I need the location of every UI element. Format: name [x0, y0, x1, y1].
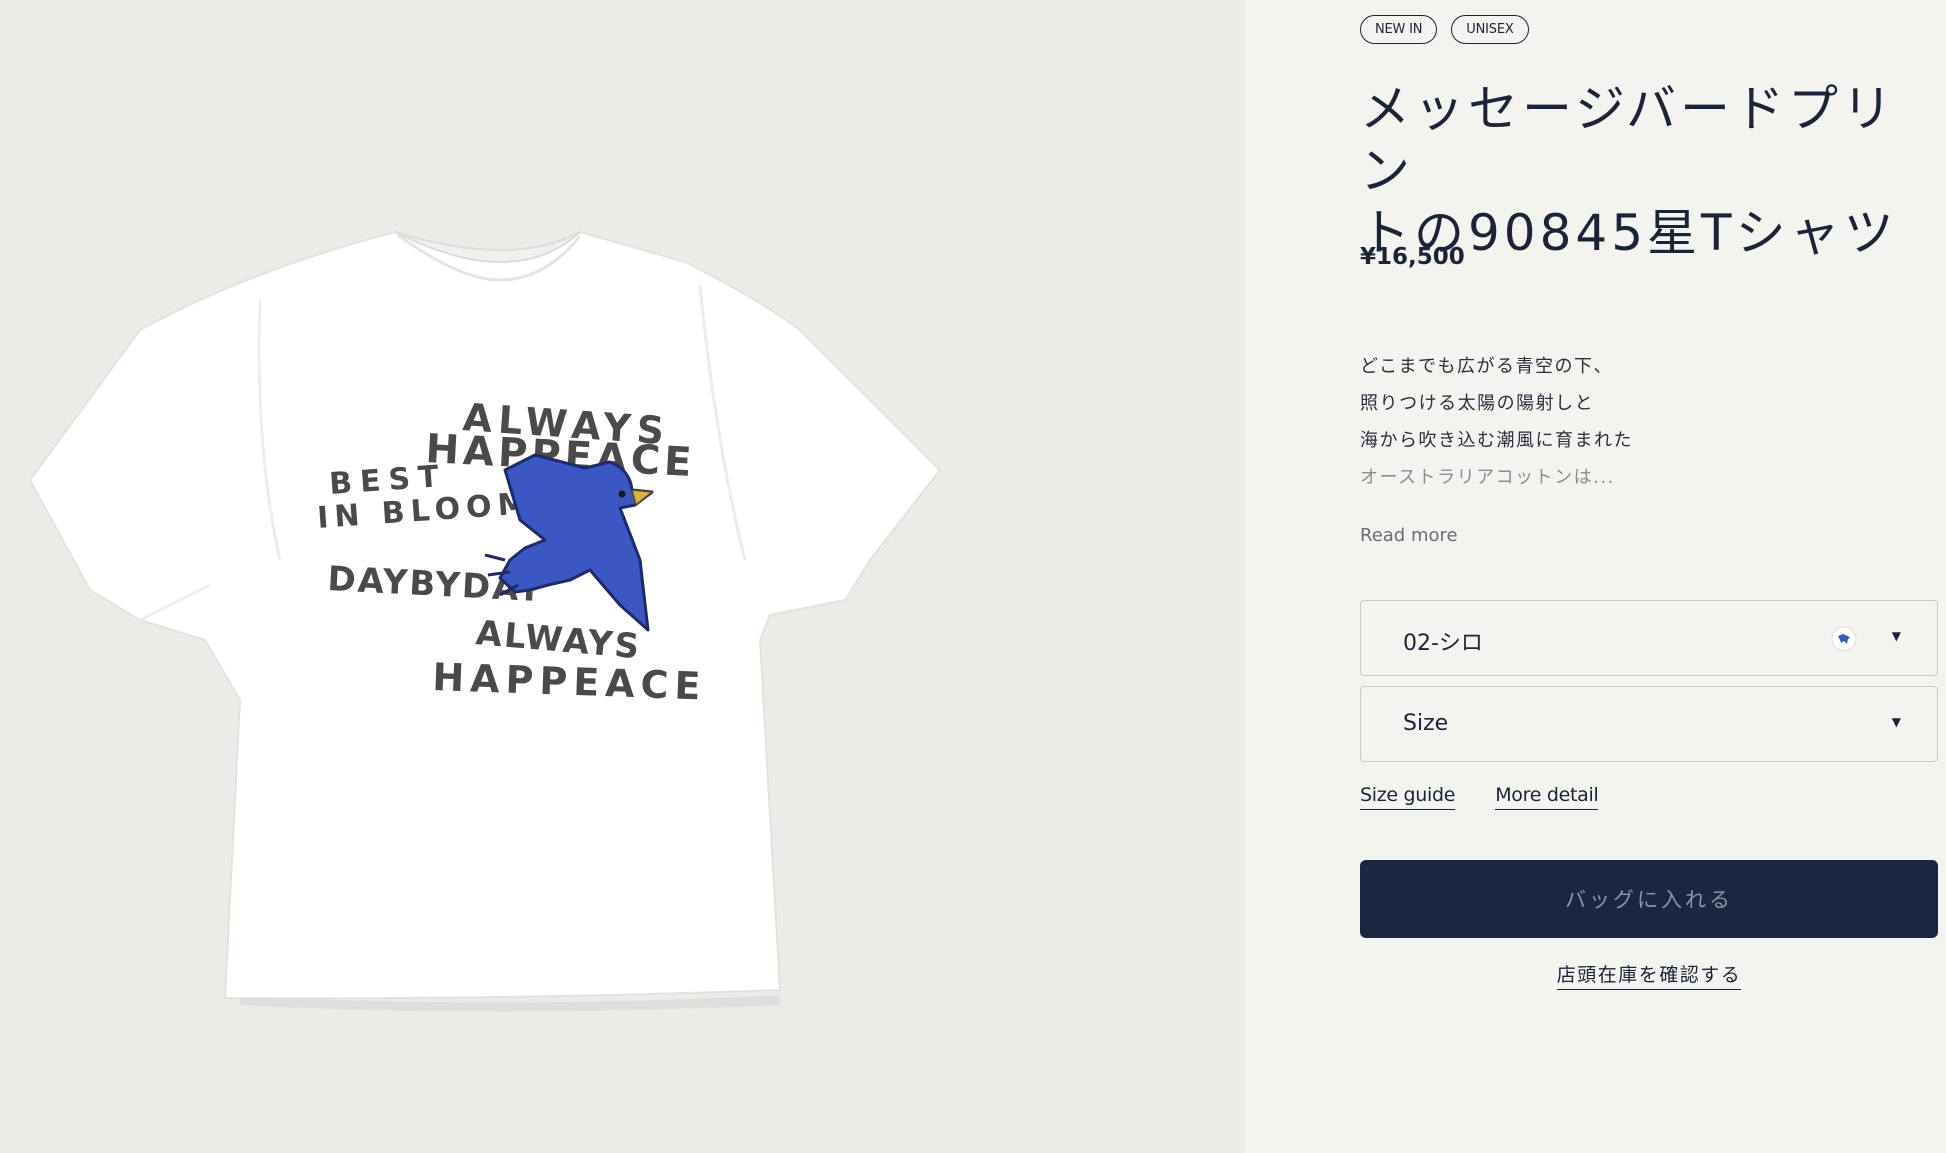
tshirt-image: ALWAYS HAPPEACE BEST IN BLOOM DAYBYDAY A… [28, 230, 942, 1012]
bird-swatch-icon [1831, 626, 1857, 652]
new-in-badge: NEW IN [1360, 15, 1438, 44]
product-image-gallery[interactable]: ALWAYS HAPPEACE BEST IN BLOOM DAYBYDAY A… [0, 0, 1245, 1153]
product-links: Size guide More detail [1360, 784, 1599, 810]
description-line-faded: オーストラリアコットンは... [1360, 467, 1615, 488]
description-line: 海から吹き込む潮風に育まれた [1360, 430, 1633, 451]
chevron-down-icon: ▼ [1891, 715, 1901, 729]
product-price: ¥16,500 [1360, 244, 1465, 270]
description-line: 照りつける太陽の陽射しと [1360, 393, 1595, 414]
unisex-badge: UNISEX [1451, 15, 1529, 44]
size-select[interactable]: Size ▼ [1360, 686, 1938, 762]
chevron-down-icon: ▼ [1891, 629, 1901, 643]
size-guide-link[interactable]: Size guide [1360, 784, 1455, 810]
more-detail-link[interactable]: More detail [1495, 784, 1599, 810]
store-stock-row: 店頭在庫を確認する [1360, 960, 1938, 990]
color-select-value: 02-シロ [1403, 631, 1483, 656]
product-info-panel: NEW IN UNISEX メッセージバードプリン トの90845星Tシャツ ¥… [1245, 0, 1946, 1153]
product-title-line: メッセージバードプリン [1360, 80, 1896, 200]
add-to-bag-button[interactable]: バッグに入れる [1360, 860, 1938, 938]
badge-row: NEW IN UNISEX [1360, 15, 1529, 44]
check-store-stock-link[interactable]: 店頭在庫を確認する [1556, 964, 1742, 990]
description-line: どこまでも広がる青空の下、 [1360, 356, 1613, 377]
size-select-value: Size [1403, 711, 1449, 736]
product-description: どこまでも広がる青空の下、 照りつける太陽の陽射しと 海から吹き込む潮風に育まれ… [1360, 348, 1920, 496]
product-title: メッセージバードプリン トの90845星Tシャツ [1360, 78, 1930, 264]
product-page: ALWAYS HAPPEACE BEST IN BLOOM DAYBYDAY A… [0, 0, 1946, 1153]
read-more-link[interactable]: Read more [1360, 525, 1458, 546]
color-select[interactable]: 02-シロ ▼ [1360, 600, 1938, 676]
